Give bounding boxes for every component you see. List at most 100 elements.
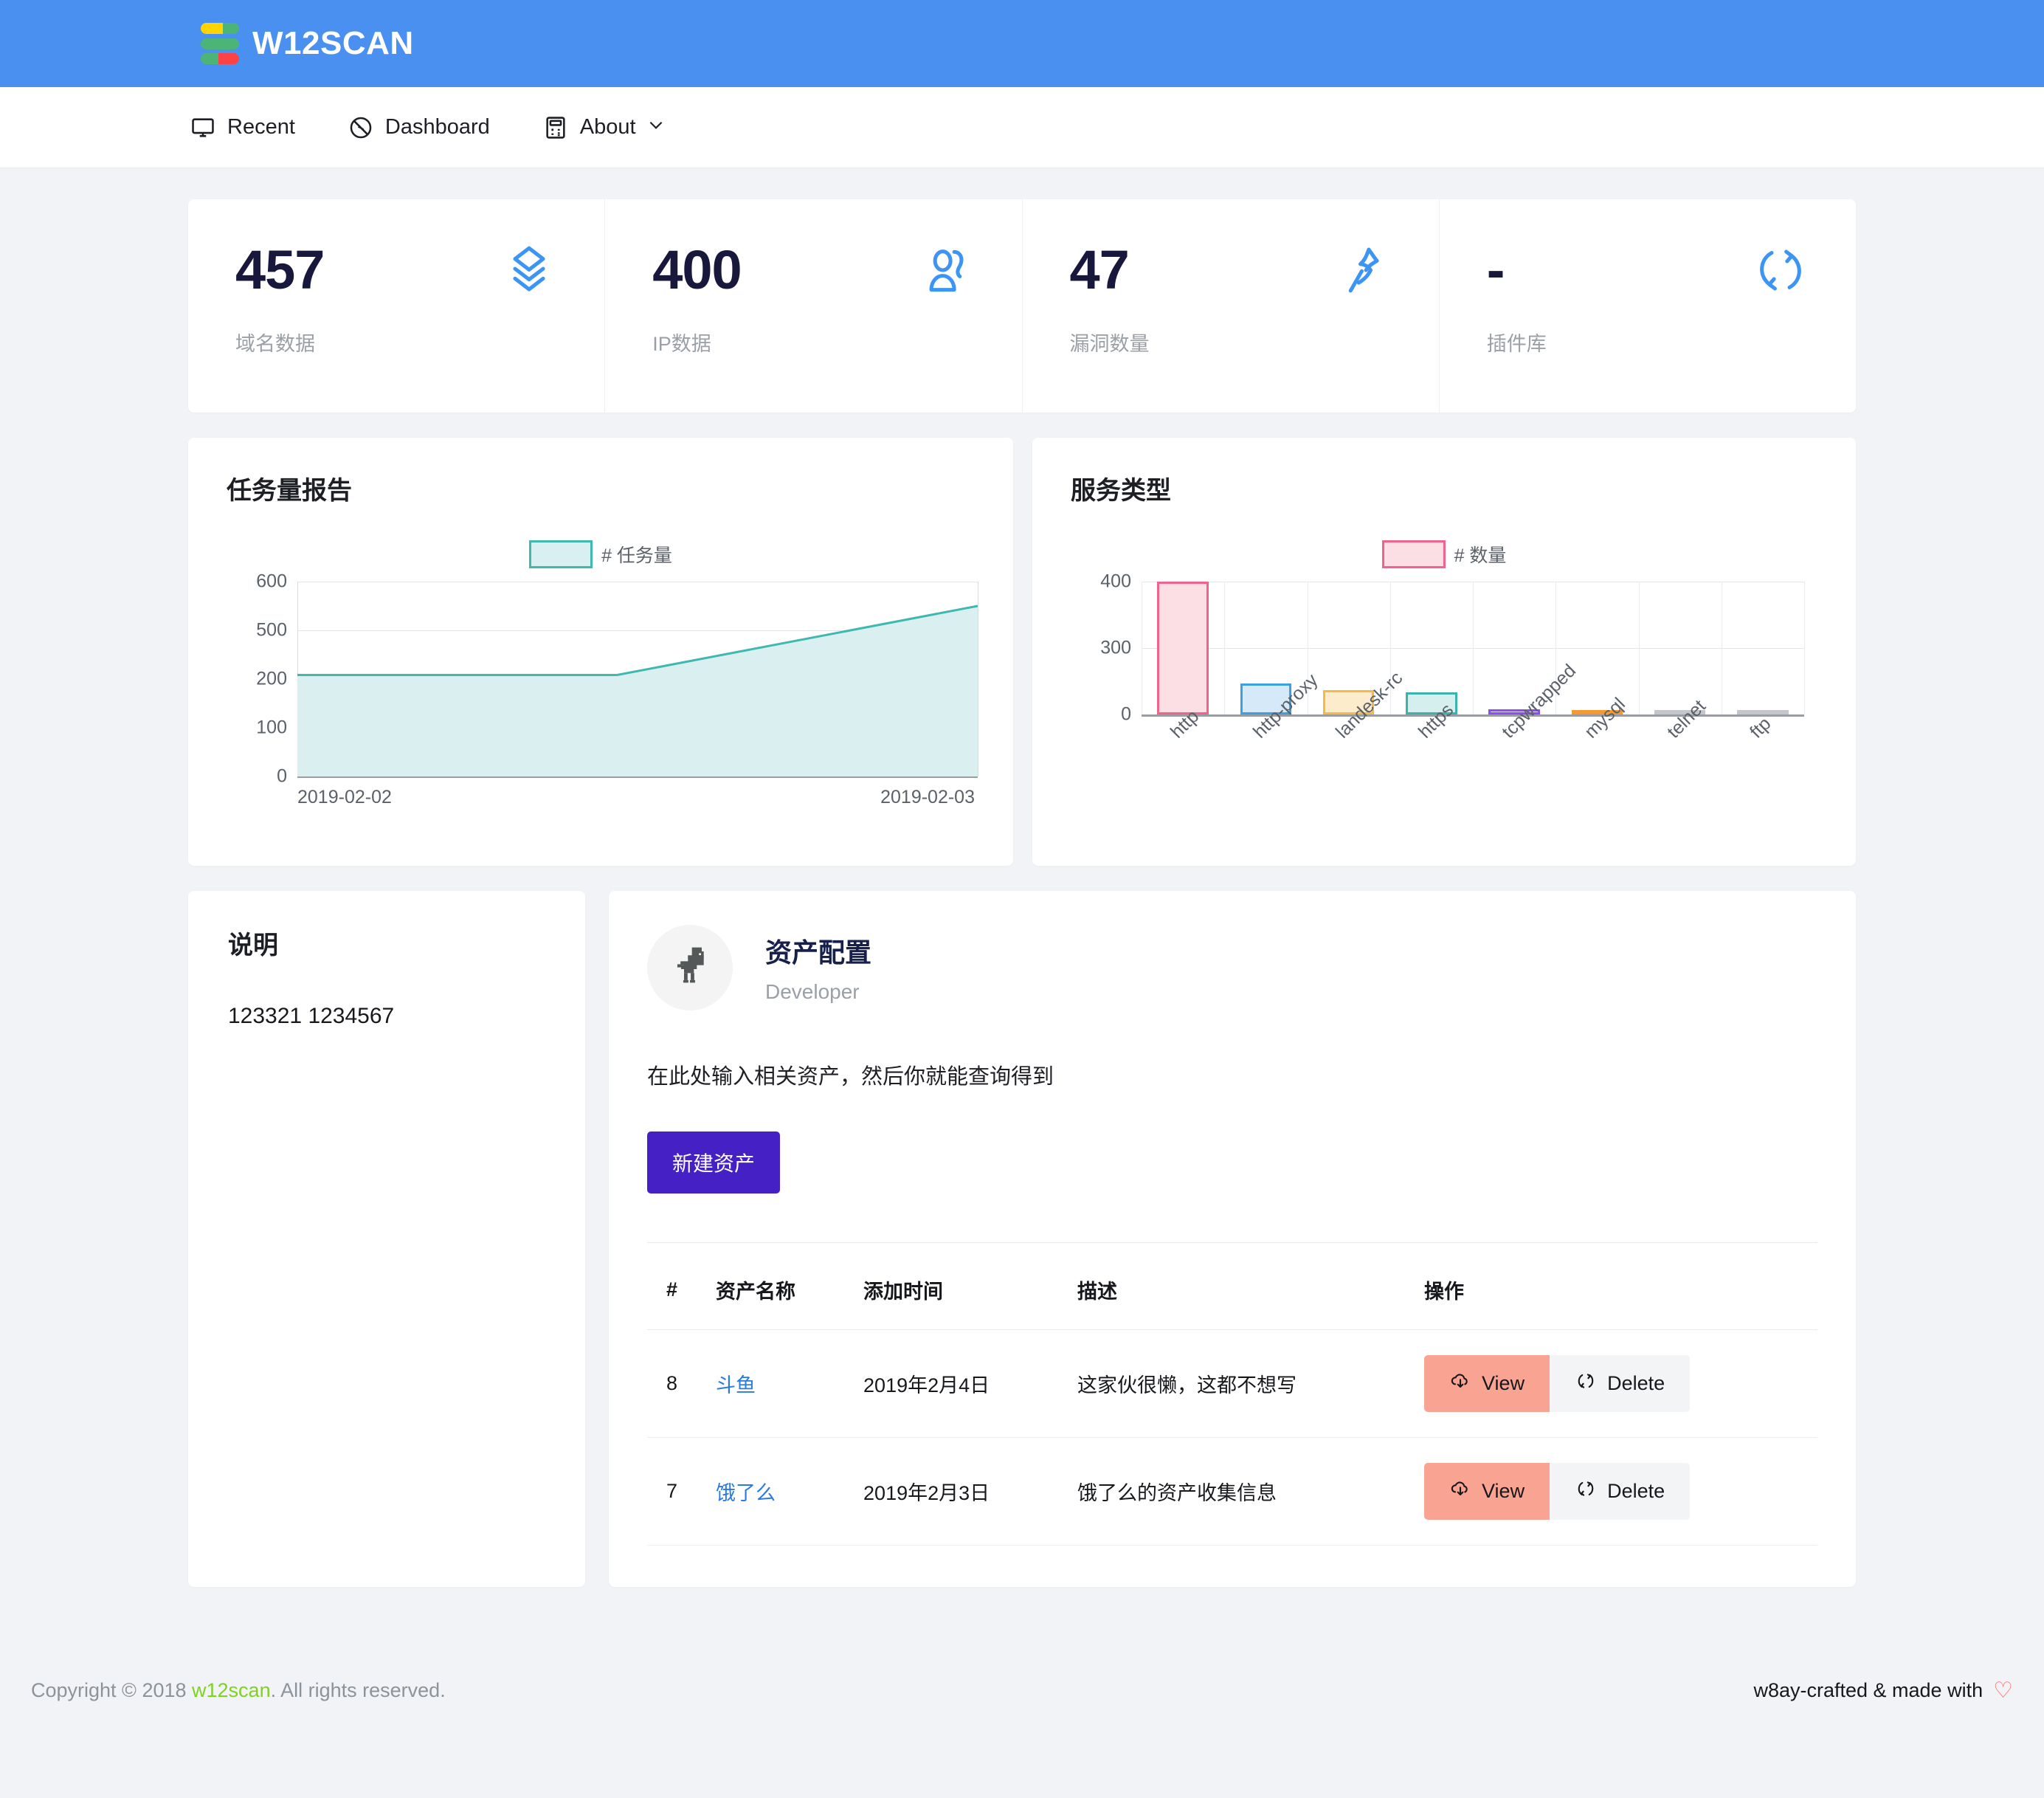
- col-actions: 操作: [1405, 1250, 1817, 1330]
- chart-title-service: 服务类型: [1071, 477, 1171, 505]
- table-row: 8 斗鱼 2019年2月4日 这家伙很懒，这都不想写 View Delete: [647, 1329, 1817, 1438]
- y-axis-tick: 500: [256, 619, 287, 641]
- cell-actions: View Delete: [1405, 1329, 1817, 1438]
- gridline-vertical: [1224, 582, 1225, 714]
- view-button-label: View: [1482, 1480, 1525, 1502]
- copyright-post: . All rights reserved.: [270, 1678, 446, 1701]
- note-title: 说明: [228, 931, 278, 960]
- gridline-vertical: [1804, 582, 1805, 714]
- asset-name-link[interactable]: 斗鱼: [716, 1374, 756, 1396]
- task-report-xaxis: 2019-02-02 2019-02-03: [297, 787, 975, 816]
- note-card: 说明 123321 1234567: [188, 891, 585, 1587]
- app-header: W12SCAN: [0, 0, 2044, 87]
- stats-row: 457 域名数据 400 IP数据 47 漏洞数量 - 插件库: [188, 199, 1856, 413]
- table-row: 7 饿了么 2019年2月3日 饿了么的资产收集信息 View Delete: [647, 1437, 1817, 1546]
- stat-card-ip: 400 IP数据: [604, 199, 1021, 413]
- y-axis-tick: 300: [1100, 637, 1131, 658]
- col-index: #: [647, 1250, 697, 1330]
- stat-label: IP数据: [652, 333, 711, 355]
- page-footer: Copyright © 2018 w12scan. All rights res…: [0, 1631, 2044, 1749]
- cell-index: 7: [647, 1437, 697, 1546]
- view-button-label: View: [1482, 1372, 1525, 1394]
- x-axis-tick-ftp: ftp: [1746, 713, 1775, 743]
- bar-http: [1157, 582, 1209, 714]
- service-type-chart-card: 服务类型 # 数量 400 300 0 http http-proxy landesk-…: [1032, 438, 1856, 866]
- table-header-row: # 资产名称 添加时间 描述 操作: [647, 1250, 1817, 1330]
- y-axis-tick: 200: [256, 668, 287, 689]
- w12scan-logo-icon: [201, 23, 239, 64]
- stat-value: -: [1486, 239, 1505, 300]
- profile-header: 资产配置 Developer: [647, 925, 1817, 1010]
- calculator-icon: [543, 115, 568, 140]
- note-body: 123321 1234567: [228, 1004, 395, 1028]
- legend-label: # 任务量: [601, 545, 672, 566]
- refresh-icon: [1753, 242, 1809, 298]
- cell-asset-name: 饿了么: [697, 1437, 845, 1546]
- asset-name-link[interactable]: 饿了么: [716, 1482, 776, 1504]
- brand-title: W12SCAN: [252, 25, 414, 61]
- ban-circle-icon: [348, 115, 373, 140]
- service-type-plot: 400 300 0: [1100, 571, 1805, 725]
- page-body: 457 域名数据 400 IP数据 47 漏洞数量 - 插件库 任务量报告 # …: [0, 168, 2044, 1798]
- stat-label: 域名数据: [235, 333, 315, 355]
- nav-item-recent[interactable]: Recent: [190, 115, 295, 140]
- service-type-xaxis: http http-proxy landesk-rc https tcpwrapped m…: [1142, 661, 1804, 803]
- col-description: 描述: [1058, 1250, 1406, 1330]
- chevron-down-icon: [646, 115, 666, 140]
- layers-icon: [501, 242, 557, 298]
- legend-swatch: [529, 540, 593, 568]
- stat-value: 400: [652, 239, 742, 300]
- task-report-plot: 600 500 200 100 0: [256, 571, 978, 787]
- dinosaur-icon: [666, 943, 714, 993]
- delete-button[interactable]: Delete: [1550, 1355, 1691, 1412]
- cell-added-time: 2019年2月4日: [844, 1329, 1059, 1438]
- gridline-vertical: [1639, 582, 1640, 714]
- view-button[interactable]: View: [1424, 1463, 1550, 1520]
- main-nav: Recent Dashboard About: [0, 87, 2044, 168]
- y-axis-tick: 600: [256, 571, 287, 592]
- cell-description: 这家伙很懒，这都不想写: [1058, 1329, 1406, 1438]
- footer-link-w12scan[interactable]: w12scan: [192, 1679, 271, 1701]
- asset-title: 资产配置: [765, 937, 872, 968]
- cloud-download-icon: [1449, 1478, 1482, 1505]
- y-axis-tick: 0: [1121, 703, 1131, 725]
- charts-row: 任务量报告 # 任务量 600 500 200 100 0 2019-02-02 201…: [188, 438, 1856, 866]
- heart-icon: ♡: [1993, 1678, 2013, 1703]
- delete-button[interactable]: Delete: [1550, 1463, 1691, 1520]
- footer-credit: w8ay-crafted & made with ♡: [1753, 1678, 2013, 1704]
- area-series: [297, 604, 978, 776]
- stat-label: 漏洞数量: [1069, 333, 1150, 355]
- chart-legend-service: # 数量: [1071, 540, 1817, 568]
- col-added-time: 添加时间: [844, 1250, 1059, 1330]
- x-axis-tick-1: 2019-02-03: [880, 787, 975, 807]
- nav-label-about: About: [579, 115, 636, 139]
- cloud-download-icon: [1449, 1370, 1482, 1397]
- y-axis-tick: 100: [256, 717, 287, 738]
- nav-item-about[interactable]: About: [543, 115, 666, 140]
- gridline: [297, 776, 978, 778]
- chart-legend-task: # 任务量: [227, 540, 975, 568]
- stat-label: 插件库: [1486, 333, 1547, 355]
- stat-card-vuln: 47 漏洞数量: [1021, 199, 1439, 413]
- footer-credit-text: w8ay-crafted & made with: [1753, 1678, 1983, 1701]
- cell-added-time: 2019年2月3日: [844, 1437, 1059, 1546]
- user-icon: [919, 242, 975, 298]
- avatar: [647, 925, 733, 1010]
- cell-description: 饿了么的资产收集信息: [1058, 1437, 1406, 1546]
- legend-swatch: [1381, 540, 1446, 568]
- delete-button-label: Delete: [1607, 1480, 1665, 1502]
- x-axis-tick-0: 2019-02-02: [297, 787, 392, 807]
- cell-actions: View Delete: [1405, 1437, 1817, 1546]
- asset-config-card: 资产配置 Developer 在此处输入相关资产，然后你就能查询得到 新建资产 …: [609, 891, 1856, 1587]
- sync-icon: [1575, 1370, 1607, 1397]
- nav-label-dashboard: Dashboard: [384, 115, 490, 139]
- copyright-pre: Copyright © 2018: [31, 1678, 193, 1701]
- divider: [647, 1242, 1817, 1243]
- new-asset-button[interactable]: 新建资产: [647, 1132, 781, 1194]
- y-axis-tick: 0: [277, 765, 287, 787]
- y-axis-tick: 400: [1100, 571, 1131, 592]
- sync-icon: [1575, 1478, 1607, 1505]
- view-button[interactable]: View: [1424, 1355, 1550, 1412]
- stat-card-plugins: - 插件库: [1438, 199, 1856, 413]
- nav-item-dashboard[interactable]: Dashboard: [348, 115, 490, 140]
